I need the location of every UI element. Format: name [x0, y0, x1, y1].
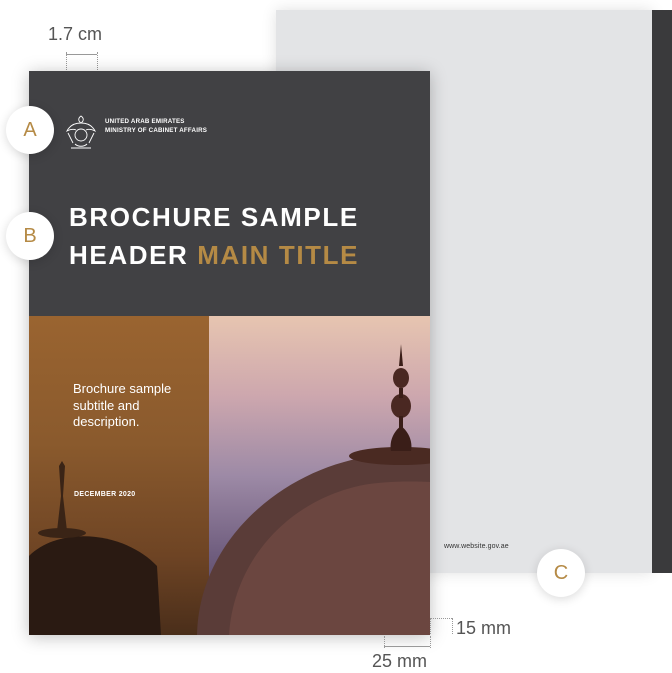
front-cover-page: UNITED ARAB EMIRATES MINISTRY OF CABINET… — [29, 71, 430, 635]
back-cover-spine — [652, 10, 672, 573]
org-ministry: MINISTRY OF CABINET AFFAIRS — [105, 127, 208, 134]
title-line-2-white: HEADER — [69, 240, 198, 270]
callout-c: C — [537, 549, 585, 597]
bottom-guide-vertical-2 — [452, 618, 453, 634]
cover-image-area: Brochure sample subtitle and description… — [29, 316, 430, 635]
title-line-2-accent: MAIN TITLE — [197, 240, 360, 270]
title-line-2: HEADER MAIN TITLE — [69, 236, 359, 274]
uae-emblem-icon — [65, 115, 97, 149]
bottom-guide-top — [430, 618, 452, 619]
cover-date: DECEMBER 2020 — [74, 491, 136, 498]
margin-guide-bar — [66, 54, 97, 55]
cover-subtitle: Brochure sample subtitle and description… — [73, 381, 172, 429]
side-guide-bar — [384, 646, 430, 647]
org-country: UNITED ARAB EMIRATES — [105, 118, 185, 125]
bottom-margin-label: 15 mm — [456, 618, 512, 638]
side-margin-label: 25 mm — [372, 651, 428, 671]
callout-a: A — [6, 106, 54, 154]
organization-name: UNITED ARAB EMIRATES MINISTRY OF CABINET… — [105, 117, 207, 135]
margin-measure-label: 1.7 cm — [48, 24, 103, 44]
side-guide-right — [430, 636, 431, 648]
title-line-1: BROCHURE SAMPLE — [69, 202, 359, 232]
website-url: www.website.gov.ae — [444, 543, 509, 550]
mosque-domes-image — [29, 344, 430, 635]
cover-header: UNITED ARAB EMIRATES MINISTRY OF CABINET… — [29, 71, 430, 316]
cover-title: BROCHURE SAMPLE HEADER MAIN TITLE — [69, 198, 359, 274]
bottom-guide-vertical — [430, 618, 431, 634]
callout-b: B — [6, 212, 54, 260]
